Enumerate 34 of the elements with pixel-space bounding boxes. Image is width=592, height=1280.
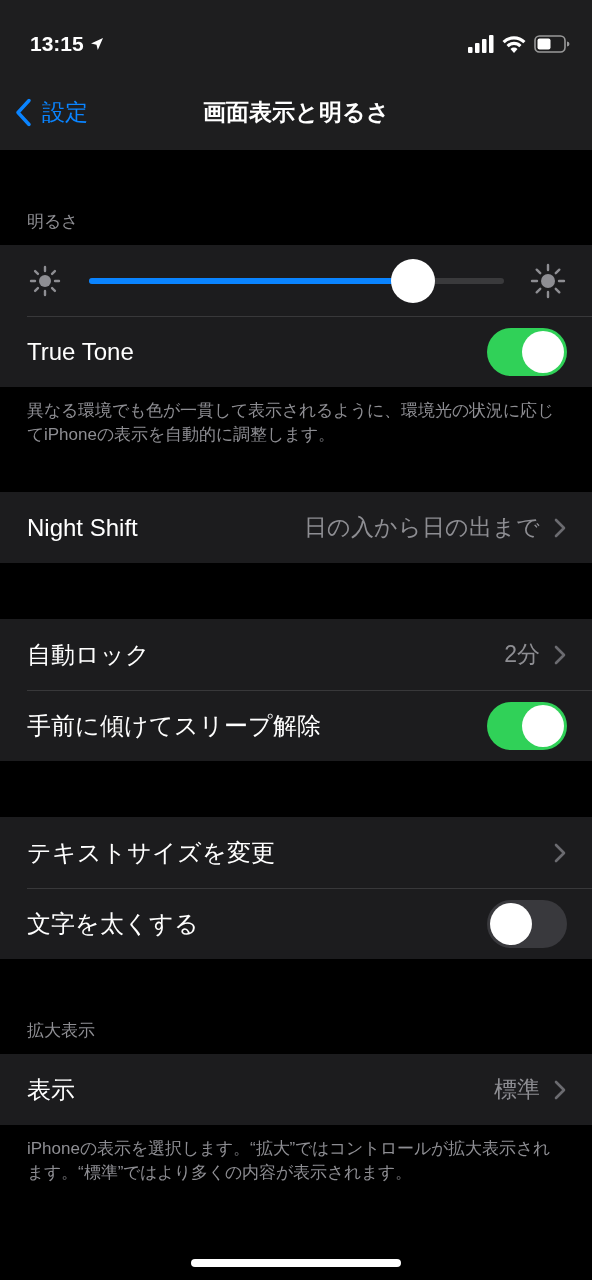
row-label: テキストサイズを変更 [27,837,276,868]
section-header: 拡大表示 [27,1020,95,1042]
page-title: 画面表示と明るさ [202,97,390,127]
row-value: 日の入から日の出まで [304,513,540,542]
row-label: 自動ロック [27,639,151,670]
battery-icon [534,35,570,53]
row-label: Night Shift [27,513,139,542]
back-chevron-icon [16,98,32,126]
row-label: 手前に傾けてスリープ解除 [27,710,322,741]
settings-row[interactable]: 表示 標準 [0,1054,592,1125]
location-arrow-icon [89,37,104,51]
chevron-icon [554,1079,566,1100]
toggle-switch[interactable] [487,327,567,376]
chevron-icon [554,644,566,665]
wifi-icon [502,35,526,53]
row-value: 標準 [494,1075,540,1104]
status-time: 13:15 [30,32,84,56]
sun-icon [530,262,566,299]
row-value: 2分 [504,640,540,669]
chevron-icon [554,517,566,538]
toggle-switch[interactable] [487,701,567,750]
settings-row[interactable]: テキストサイズを変更 [0,817,592,888]
settings-row[interactable]: Night Shift 日の入から日の出まで [0,492,592,563]
row-label: 表示 [27,1074,76,1105]
row-label: 文字を太くする [27,908,200,939]
signal-icon [468,35,494,53]
section-footer: iPhoneの表示を選択します。“拡大”ではコントロールが拡大表示されます。“標準”ではより多くの内容が表示されます。 [0,1125,592,1185]
row-label: True Tone [27,337,135,366]
chevron-icon [554,842,566,863]
section-footer: 異なる環境でも色が一貫して表示されるように、環境光の状況に応じてiPhoneの表示を自動的に調整します。 [0,387,592,447]
settings-row[interactable]: 自動ロック 2分 [0,619,592,690]
section-header: 明るさ [27,211,78,233]
toggle-switch[interactable] [487,899,567,948]
back-button[interactable]: 設定 [12,92,92,132]
